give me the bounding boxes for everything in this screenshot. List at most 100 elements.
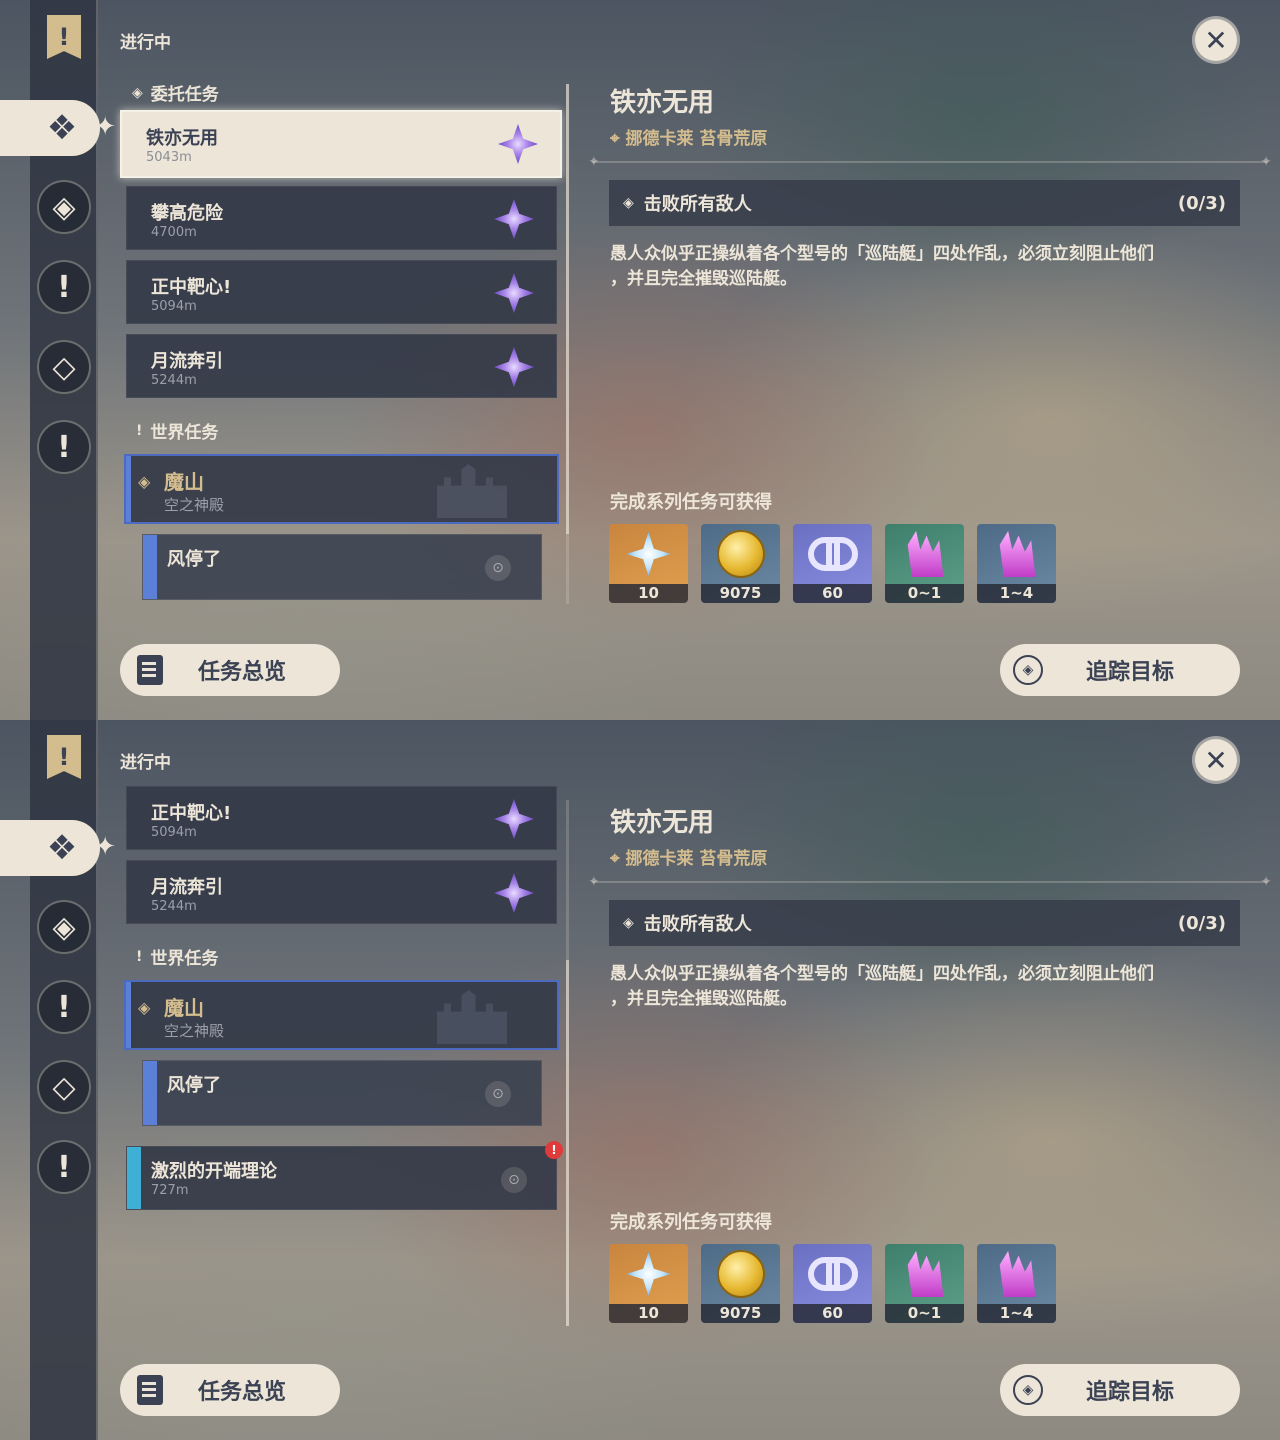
overview-button[interactable]: 任务总览 — [120, 1364, 340, 1416]
close-button[interactable]: ✕ — [1192, 736, 1240, 784]
crystal-cluster-icon — [977, 1244, 1056, 1304]
mora-icon — [701, 1244, 780, 1304]
track-label: 追踪目标 — [1086, 1380, 1175, 1405]
world-quest-title: 魔山 — [164, 470, 204, 494]
nav-event-quests[interactable]: ◇ — [30, 1058, 98, 1116]
commission-star-icon — [494, 199, 534, 239]
nav-world-quests[interactable]: ! — [30, 978, 98, 1036]
map-pin-icon[interactable]: ⊙ — [501, 1167, 527, 1193]
nav-other-quests[interactable]: ! — [30, 1138, 98, 1196]
nav-story-quests[interactable]: ◈ — [30, 178, 98, 236]
reward-item[interactable]: 0~1 — [885, 1244, 964, 1323]
detail-title: 铁亦无用 — [610, 808, 715, 838]
diamond-icon: ◈ — [138, 998, 151, 1017]
world-quest-subtitle: 空之神殿 — [164, 1022, 225, 1040]
reward-item[interactable]: 9075 — [701, 1244, 780, 1323]
reward-qty: 0~1 — [885, 584, 964, 603]
world-quest-card[interactable]: ◈ 魔山 空之神殿 — [124, 454, 559, 524]
reward-item[interactable]: 10 — [609, 524, 688, 603]
reward-qty: 10 — [609, 584, 688, 603]
reward-item[interactable]: 60 — [793, 524, 872, 603]
sub-quest-title: 风停了 — [167, 549, 221, 570]
event-quest-title: 激烈的开端理论 — [151, 1161, 277, 1182]
commission-title: 月流奔引 — [151, 351, 223, 372]
close-icon: ✕ — [1204, 743, 1228, 777]
adventure-exp-icon — [793, 1244, 872, 1304]
nav-story-quests[interactable]: ◈ — [30, 898, 98, 956]
detail-location: ⌖ 挪德卡莱 苔骨荒原 — [610, 124, 767, 149]
sub-quest-card[interactable]: 风停了 ⊙ — [142, 1060, 542, 1126]
castle-icon — [437, 464, 507, 518]
nav-event-quests[interactable]: ◇ — [30, 338, 98, 396]
commission-card[interactable]: 铁亦无用 5043m — [120, 110, 562, 178]
objective-count: (0/3) — [1177, 912, 1226, 934]
reward-item[interactable]: 1~4 — [977, 1244, 1056, 1323]
commission-distance: 5094m — [151, 825, 197, 840]
commission-distance: 5094m — [151, 299, 197, 314]
quest-description: 愚人众似乎正操纵着各个型号的「巡陆艇」四处作乱，必须立刻阻止他们 ，并且完全摧毁… — [610, 962, 1240, 1012]
objective-diamond-icon: ◈ — [623, 195, 634, 211]
commission-distance: 5043m — [146, 150, 192, 165]
sub-quest-title: 风停了 — [167, 1075, 221, 1096]
event-quest-icon: ◇ — [37, 1060, 91, 1114]
nav-world-quests[interactable]: ! — [30, 258, 98, 316]
location-text: 挪德卡莱 苔骨荒原 — [625, 129, 768, 149]
track-button[interactable]: ◈ 追踪目标 — [1000, 1364, 1240, 1416]
castle-icon — [437, 990, 507, 1044]
category-commission: ◈ 委托任务 — [132, 80, 219, 106]
event-quest-distance: 727m — [151, 1183, 189, 1198]
quest-list-scrollbar[interactable] — [566, 84, 569, 604]
divider: ✦ ✦ — [588, 874, 1272, 890]
sub-quest-card[interactable]: 风停了 ⊙ — [142, 534, 542, 600]
commission-star-icon — [498, 124, 538, 164]
sub-quest-accent — [143, 535, 157, 599]
world-quest-card[interactable]: ◈ 魔山 空之神殿 — [124, 980, 559, 1050]
commission-card[interactable]: 正中靶心! 5094m — [126, 260, 557, 324]
reward-item[interactable]: 1~4 — [977, 524, 1056, 603]
commission-card[interactable]: 正中靶心! 5094m — [126, 786, 557, 850]
overview-button[interactable]: 任务总览 — [120, 644, 340, 696]
description-line: 愚人众似乎正操纵着各个型号的「巡陆艇」四处作乱，必须立刻阻止他们 — [610, 244, 1154, 264]
primogem-icon — [609, 1244, 688, 1304]
quest-description: 愚人众似乎正操纵着各个型号的「巡陆艇」四处作乱，必须立刻阻止他们 ，并且完全摧毁… — [610, 242, 1240, 292]
map-pin-icon[interactable]: ⊙ — [485, 1081, 511, 1107]
category-world-label: 世界任务 — [150, 949, 219, 969]
commission-card[interactable]: 月流奔引 5244m — [126, 860, 557, 924]
reward-item[interactable]: 9075 — [701, 524, 780, 603]
adventure-exp-icon — [793, 524, 872, 584]
nav-other-quests[interactable]: ! — [30, 418, 98, 476]
location-pin-icon: ⌖ — [610, 849, 626, 869]
story-quest-icon: ◈ — [37, 900, 91, 954]
close-icon: ✕ — [1204, 23, 1228, 57]
track-button[interactable]: ◈ 追踪目标 — [1000, 644, 1240, 696]
category-world-label: 世界任务 — [150, 423, 219, 443]
reward-item[interactable]: 60 — [793, 1244, 872, 1323]
reward-qty: 10 — [609, 1304, 688, 1323]
commission-title: 正中靶心! — [151, 803, 232, 824]
nav-archon-quests[interactable]: ! — [30, 8, 98, 66]
primogem-icon — [609, 524, 688, 584]
nav-archon-quests[interactable]: ! — [30, 728, 98, 786]
commission-star-icon — [494, 347, 534, 387]
sparkle-icon: ✦ — [94, 832, 116, 862]
event-quest-card[interactable]: 激烈的开端理论 727m ⊙ ! — [126, 1141, 563, 1210]
commission-card[interactable]: 月流奔引 5244m — [126, 334, 557, 398]
reward-qty: 1~4 — [977, 1304, 1056, 1323]
mora-icon — [701, 524, 780, 584]
reward-item[interactable]: 0~1 — [885, 524, 964, 603]
commission-card[interactable]: 攀高危险 4700m — [126, 186, 557, 250]
commission-icon: ❖ — [46, 828, 78, 868]
nav-commissions-active[interactable]: ❖ ✦ — [0, 100, 116, 156]
sub-quest-accent — [143, 1061, 157, 1125]
event-quest-accent — [127, 1147, 141, 1209]
scroll-thumb[interactable] — [566, 960, 569, 1326]
reward-item[interactable]: 10 — [609, 1244, 688, 1323]
quest-list-scrollbar[interactable] — [566, 800, 569, 1326]
close-button[interactable]: ✕ — [1192, 16, 1240, 64]
scroll-thumb[interactable] — [566, 84, 569, 534]
map-pin-icon[interactable]: ⊙ — [485, 555, 511, 581]
nav-commissions-active[interactable]: ❖ ✦ — [0, 820, 116, 876]
world-quest-accent — [126, 456, 131, 522]
overview-label: 任务总览 — [198, 660, 287, 685]
event-quest-icon: ◇ — [37, 340, 91, 394]
